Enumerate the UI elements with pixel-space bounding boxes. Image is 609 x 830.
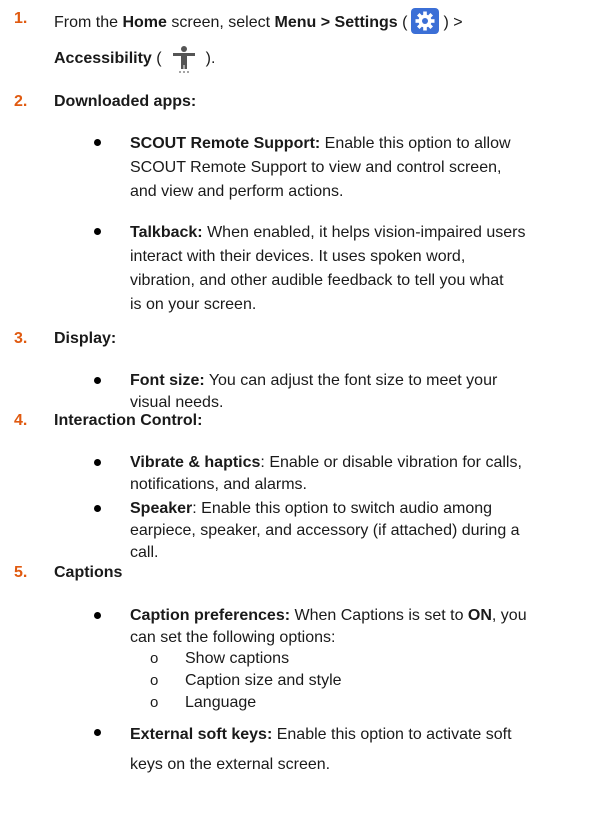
bullet-dot xyxy=(94,729,101,736)
step-text: From the Home screen, select Menu > Sett… xyxy=(54,8,594,74)
bullet-dot xyxy=(94,459,101,466)
sub-bullet-marker: o xyxy=(150,672,159,689)
step-title: Display: xyxy=(54,330,117,347)
step-title: Downloaded apps: xyxy=(54,93,197,110)
accessibility-label: Accessibility xyxy=(54,50,152,68)
step-title: Captions xyxy=(54,564,123,581)
sub-bullet-marker: o xyxy=(150,650,159,667)
step-number: 1. xyxy=(14,10,28,27)
bullet-dot xyxy=(94,139,101,146)
bullet-dot xyxy=(94,377,101,384)
step-number: 3. xyxy=(14,330,28,347)
home-label: Home xyxy=(122,14,167,32)
sub-item-label: Caption size and style xyxy=(185,672,342,689)
accessibility-person-icon xyxy=(166,44,202,73)
step-number: 4. xyxy=(14,412,28,429)
menu-settings-label: Menu > Settings xyxy=(274,14,398,32)
step-number: 5. xyxy=(14,564,28,581)
step-title: Interaction Control: xyxy=(54,412,203,429)
bullet-dot xyxy=(94,228,101,235)
gear-icon xyxy=(411,8,440,34)
sub-bullet-marker: o xyxy=(150,694,159,711)
step-number: 2. xyxy=(14,93,28,110)
bullet-dot xyxy=(94,612,101,619)
sub-item-label: Show captions xyxy=(185,650,290,667)
sub-item-label: Language xyxy=(185,694,257,711)
bullet-dot xyxy=(94,505,101,512)
